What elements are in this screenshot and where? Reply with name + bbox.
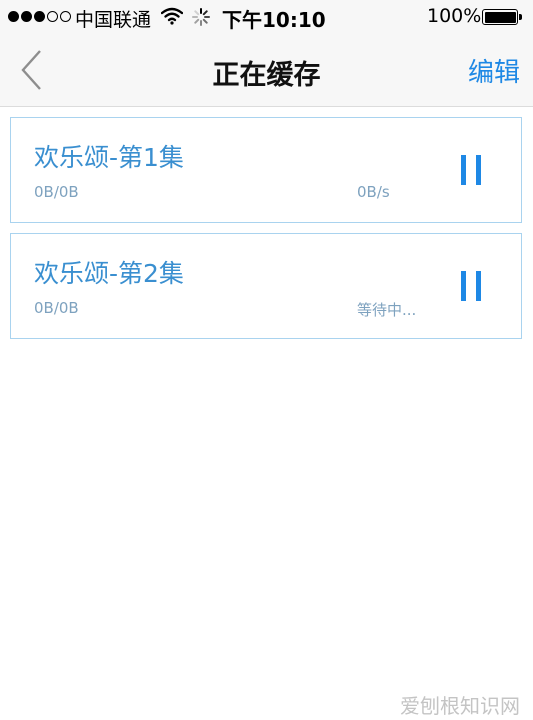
pause-bar <box>461 271 466 301</box>
pause-button[interactable] <box>451 267 487 305</box>
watermark: 爱刨根知识网 <box>400 694 520 718</box>
download-size: 0B/0B <box>34 299 79 317</box>
pause-bar <box>461 155 466 185</box>
battery-body <box>482 9 518 25</box>
pause-button[interactable] <box>451 151 487 189</box>
wifi-icon <box>161 7 183 25</box>
pause-bar <box>476 271 481 301</box>
signal-dot <box>47 11 58 22</box>
download-item[interactable]: 欢乐颂-第2集 0B/0B 等待中... <box>10 233 522 339</box>
status-bar: 中国联通 下午10:10 100% <box>0 0 533 34</box>
loading-spinner-icon <box>192 8 210 26</box>
battery-percent: 100% <box>427 5 482 27</box>
signal-strength-icon <box>8 11 71 22</box>
battery-cap <box>519 14 522 20</box>
signal-dot <box>21 11 32 22</box>
screen: 中国联通 下午10:10 100% 正在缓存 编辑 欢乐颂-第1集 0B/0B … <box>0 0 533 720</box>
signal-dot <box>34 11 45 22</box>
carrier-name: 中国联通 <box>75 9 152 31</box>
nav-bar: 正在缓存 编辑 <box>0 34 533 107</box>
download-title: 欢乐颂-第2集 <box>34 259 184 288</box>
download-title: 欢乐颂-第1集 <box>34 143 184 172</box>
page-title: 正在缓存 <box>212 60 321 91</box>
battery-icon <box>482 9 524 27</box>
signal-dot <box>60 11 71 22</box>
download-status: 等待中... <box>357 301 417 319</box>
download-item[interactable]: 欢乐颂-第1集 0B/0B 0B/s <box>10 117 522 223</box>
download-speed: 0B/s <box>357 183 390 201</box>
signal-dot <box>8 11 19 22</box>
pause-bar <box>476 155 481 185</box>
edit-button[interactable]: 编辑 <box>468 52 520 89</box>
battery-fill <box>484 11 516 23</box>
clock: 下午10:10 <box>222 8 326 32</box>
download-size: 0B/0B <box>34 183 79 201</box>
